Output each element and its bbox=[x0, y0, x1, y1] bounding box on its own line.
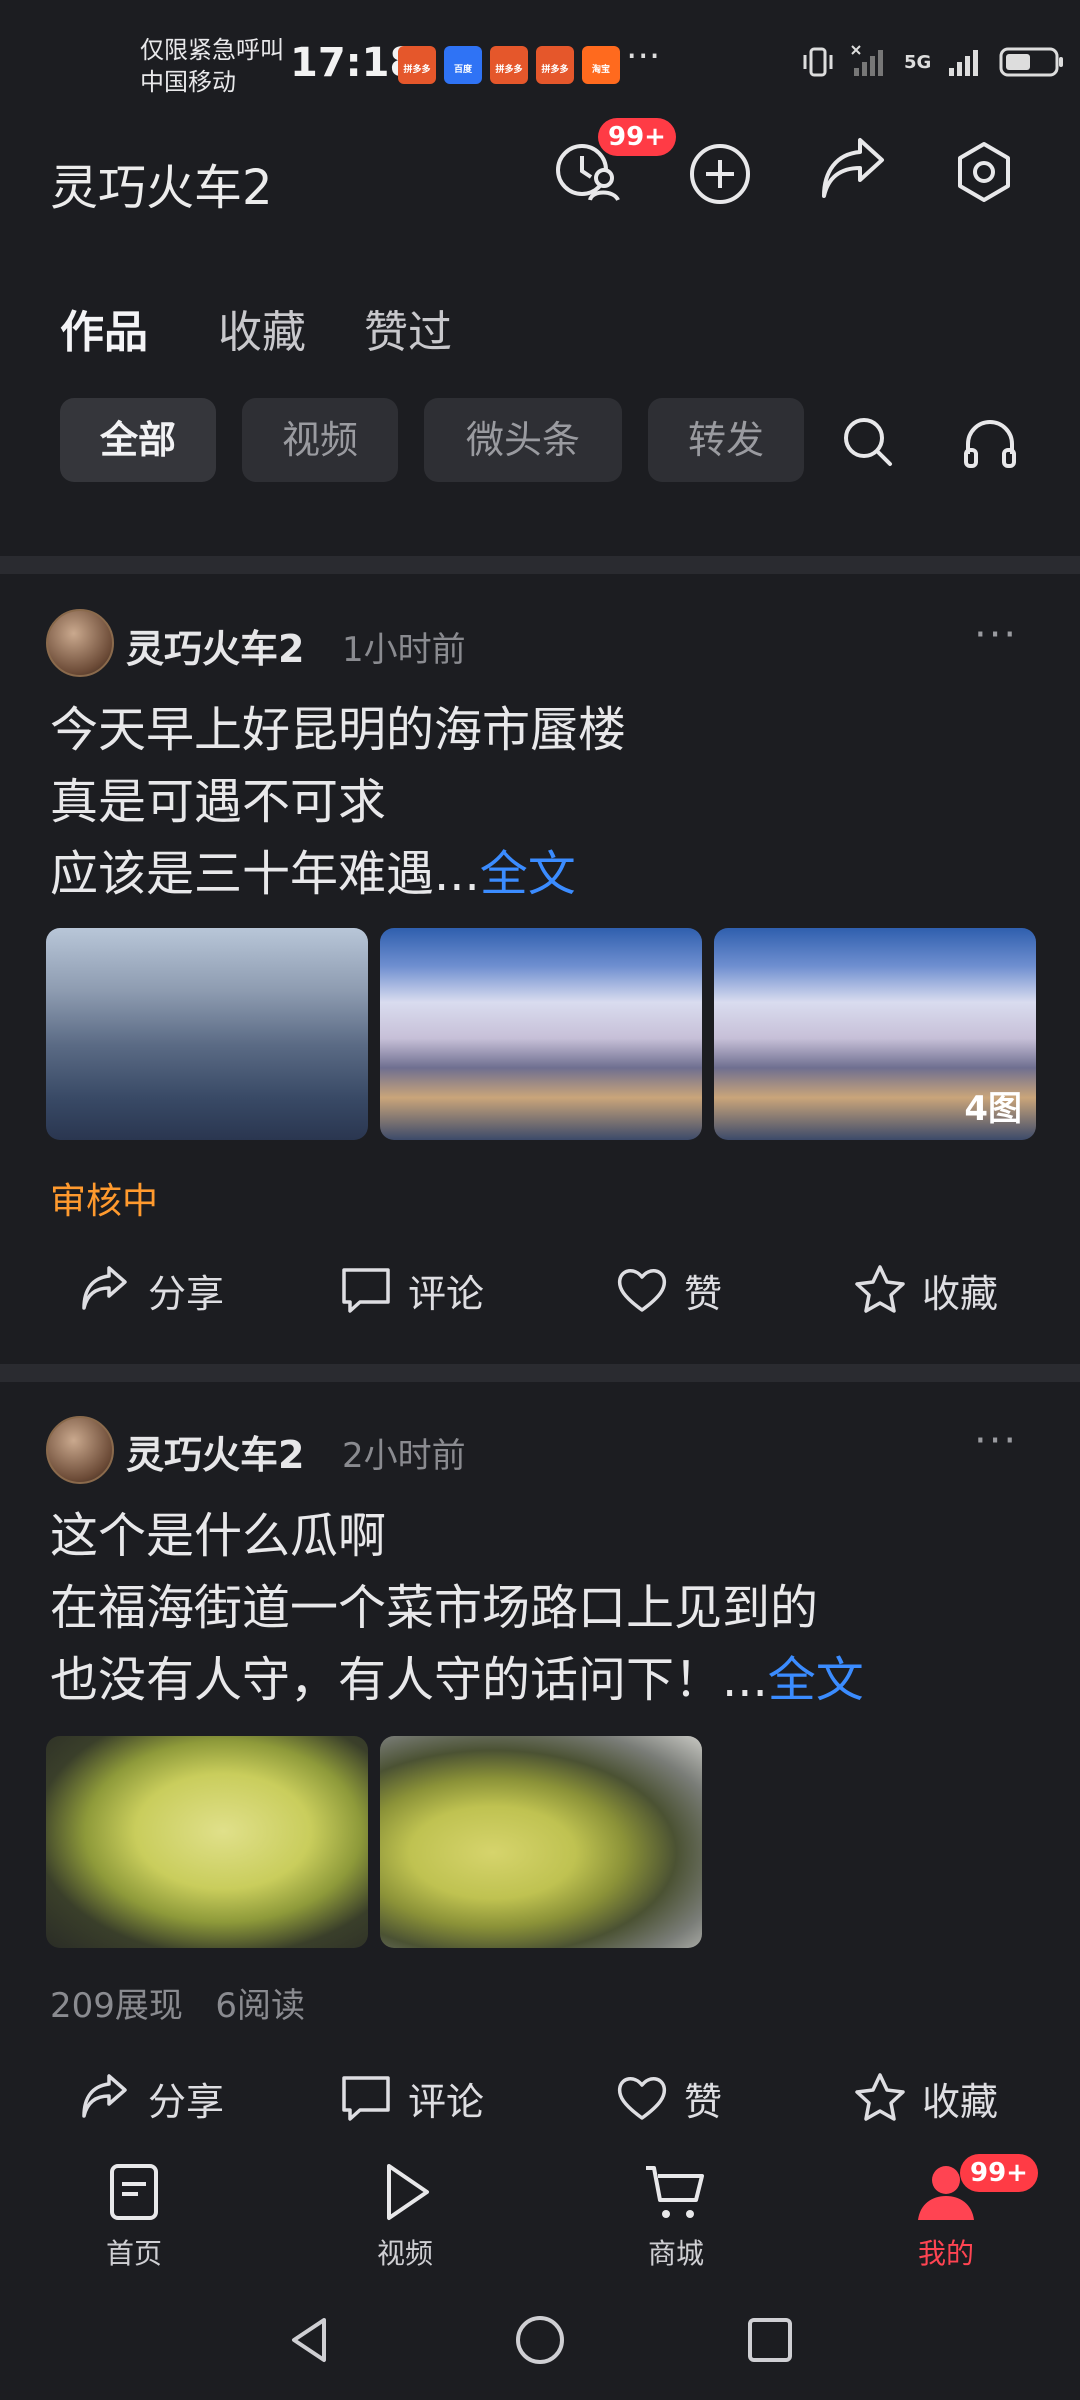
full-text-link[interactable]: 全文 bbox=[768, 1652, 864, 1708]
post-image[interactable] bbox=[46, 928, 368, 1140]
recents-icon[interactable] bbox=[740, 2310, 800, 2370]
star-icon bbox=[855, 2073, 905, 2121]
post-image[interactable] bbox=[380, 1736, 702, 1948]
heart-icon bbox=[617, 2077, 667, 2120]
favorite-button[interactable]: 收藏 bbox=[852, 2070, 998, 2126]
play-icon bbox=[387, 2164, 429, 2220]
share-button[interactable]: 分享 bbox=[78, 1262, 224, 1318]
app-notification-icon: 拼多多 bbox=[536, 46, 574, 84]
system-navigation-bar bbox=[0, 2280, 1080, 2400]
status-bar: 仅限紧急呼叫 中国移动 17:18 拼多多 百度 拼多多 拼多多 淘宝 ··· … bbox=[0, 0, 1080, 120]
avatar[interactable] bbox=[46, 1416, 114, 1484]
comment-button[interactable]: 评论 bbox=[338, 1262, 484, 1318]
image-count: 4图 bbox=[964, 1089, 1022, 1129]
comment-button[interactable]: 评论 bbox=[338, 2070, 484, 2126]
section-divider bbox=[0, 556, 1080, 574]
chip-all[interactable]: 全部 bbox=[60, 398, 216, 482]
post-image[interactable] bbox=[380, 928, 702, 1140]
cart-icon bbox=[646, 2166, 704, 2218]
chip-micro-headline[interactable]: 微头条 bbox=[424, 398, 622, 482]
visitor-badge: 99+ bbox=[598, 118, 676, 156]
like-button[interactable]: 赞 bbox=[614, 1262, 722, 1318]
app-notification-icon: 淘宝 bbox=[582, 46, 620, 84]
tab-favorites[interactable]: 收藏 bbox=[218, 296, 306, 360]
add-button[interactable] bbox=[680, 132, 760, 212]
post-author[interactable]: 灵巧火车2 bbox=[126, 1424, 304, 1479]
search-icon bbox=[844, 418, 892, 466]
tab-liked[interactable]: 赞过 bbox=[364, 296, 452, 360]
more-options-icon[interactable]: ··· bbox=[974, 1418, 1018, 1464]
tab-works[interactable]: 作品 bbox=[60, 296, 148, 360]
home-icon bbox=[110, 2164, 158, 2220]
post-image[interactable] bbox=[46, 1736, 368, 1948]
home-circle-icon[interactable] bbox=[510, 2310, 570, 2370]
like-button[interactable]: 赞 bbox=[614, 2070, 722, 2126]
status-badge: 审核中 bbox=[50, 1181, 159, 1222]
full-text-link[interactable]: 全文 bbox=[480, 846, 576, 902]
nav-home[interactable]: 首页 bbox=[74, 2160, 194, 2272]
network-type: 5G bbox=[904, 51, 932, 73]
search-button[interactable] bbox=[836, 410, 900, 474]
battery-icon bbox=[999, 47, 1064, 77]
post-author[interactable]: 灵巧火车2 bbox=[126, 618, 304, 673]
chip-video[interactable]: 视频 bbox=[242, 398, 398, 482]
headphones-icon bbox=[964, 420, 1016, 468]
share-profile-button[interactable] bbox=[812, 132, 892, 212]
chip-repost[interactable]: 转发 bbox=[648, 398, 804, 482]
notification-icons: 拼多多 百度 拼多多 拼多多 淘宝 bbox=[398, 46, 620, 84]
settings-icon bbox=[958, 142, 1010, 202]
signal-icon-sim1 bbox=[851, 45, 883, 76]
share-icon bbox=[822, 138, 884, 198]
app-notification-icon: 百度 bbox=[444, 46, 482, 84]
back-icon[interactable] bbox=[280, 2310, 340, 2370]
post-text[interactable]: 今天早上好昆明的海市蜃楼 真是可遇不可求 应该是三十年难遇...全文 bbox=[50, 694, 1010, 910]
star-icon bbox=[855, 1265, 905, 1313]
heart-icon bbox=[617, 1269, 667, 1312]
post-stats: 209展现 6阅读 bbox=[50, 1986, 305, 2026]
listen-button[interactable] bbox=[958, 410, 1022, 474]
comment-icon bbox=[342, 1268, 390, 1313]
app-notification-icon: 拼多多 bbox=[490, 46, 528, 84]
section-divider bbox=[0, 1364, 1080, 1382]
nav-mall[interactable]: 商城 bbox=[616, 2160, 736, 2272]
add-icon bbox=[690, 144, 750, 204]
comment-icon bbox=[342, 2076, 390, 2121]
post-image[interactable]: 4图 bbox=[714, 928, 1036, 1140]
settings-button[interactable] bbox=[944, 132, 1024, 212]
avatar[interactable] bbox=[46, 609, 114, 677]
signal-icon-sim2 bbox=[949, 50, 979, 76]
share-icon bbox=[82, 2074, 127, 2118]
more-notifications-icon: ··· bbox=[626, 36, 661, 77]
more-options-icon[interactable]: ··· bbox=[974, 612, 1018, 658]
system-status-icons: 5G bbox=[800, 44, 1065, 80]
share-icon bbox=[82, 1266, 127, 1310]
carrier-info: 仅限紧急呼叫 中国移动 bbox=[140, 36, 284, 96]
post-time: 2小时前 bbox=[342, 1436, 466, 1476]
vibrate-icon bbox=[803, 47, 833, 77]
app-notification-icon: 拼多多 bbox=[398, 46, 436, 84]
notification-badge: 99+ bbox=[960, 2154, 1038, 2192]
post-time: 1小时前 bbox=[342, 630, 466, 670]
nav-video[interactable]: 视频 bbox=[345, 2160, 465, 2272]
post-text[interactable]: 这个是什么瓜啊 在福海街道一个菜市场路口上见到的 也没有人守，有人守的话问下！.… bbox=[50, 1500, 1010, 1716]
page-title: 灵巧火车2 bbox=[50, 160, 273, 216]
share-button[interactable]: 分享 bbox=[78, 2070, 224, 2126]
favorite-button[interactable]: 收藏 bbox=[852, 1262, 998, 1318]
